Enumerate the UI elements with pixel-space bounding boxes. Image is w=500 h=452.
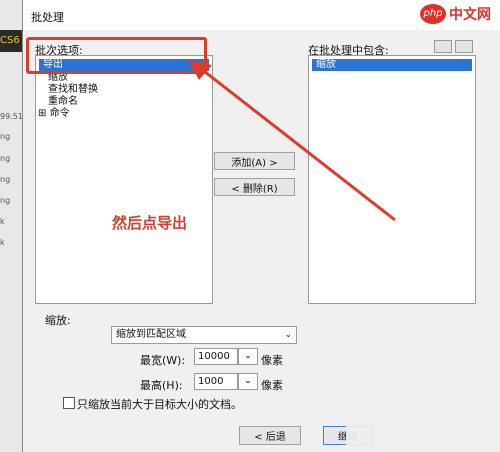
annotation-text: 然后点导出: [112, 214, 188, 232]
annotation-arrow: [188, 60, 396, 222]
